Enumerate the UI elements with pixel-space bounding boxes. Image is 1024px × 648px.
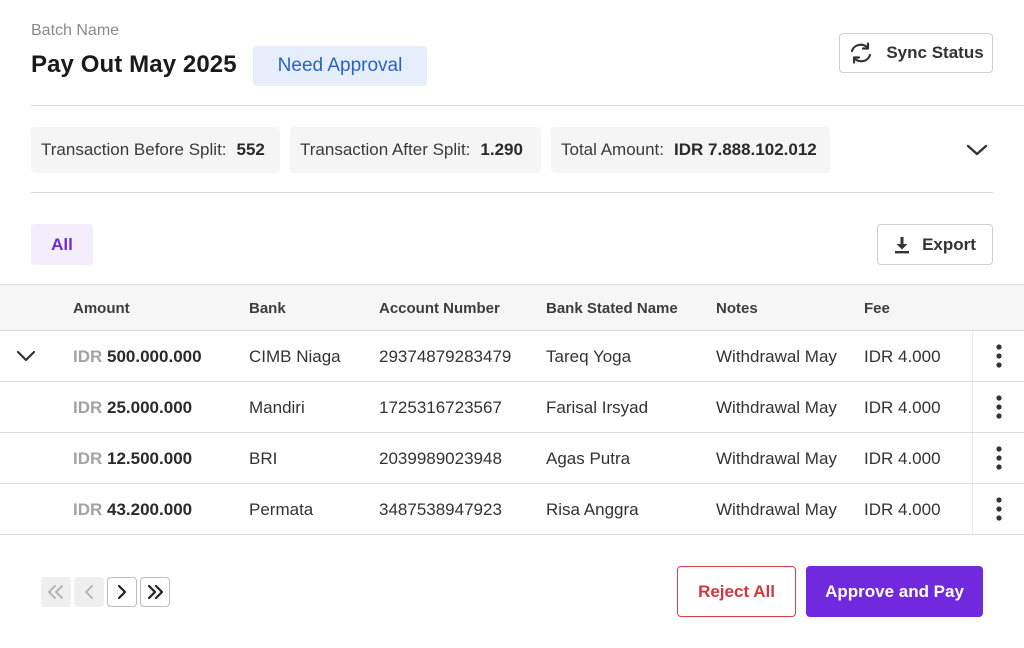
prev-page-button[interactable] (74, 577, 104, 607)
row-amount: IDR 12.500.000 (73, 449, 192, 469)
amount-value: 25.000.000 (107, 398, 193, 417)
filter-all-tab[interactable]: All (31, 224, 93, 265)
sync-icon (848, 42, 874, 64)
row-account-number: 3487538947923 (379, 500, 502, 519)
row-fee: IDR 4.000 (864, 398, 941, 417)
batch-title: Pay Out May 2025 (31, 51, 237, 78)
summary-after-value: 1.290 (480, 140, 523, 159)
amount-currency: IDR (73, 398, 103, 417)
row-amount: IDR 500.000.000 (73, 347, 202, 367)
column-header-fee[interactable]: Fee (864, 300, 890, 317)
chevrons-right-icon (147, 585, 164, 599)
amount-value: 500.000.000 (107, 347, 202, 366)
row-amount: IDR 43.200.000 (73, 500, 192, 520)
row-bank: CIMB Niaga (249, 347, 341, 366)
row-fee: IDR 4.000 (864, 449, 941, 468)
row-bank: Mandiri (249, 398, 305, 417)
amount-currency: IDR (73, 500, 103, 519)
expand-row-button[interactable] (15, 347, 37, 365)
batch-name-label: Batch Name (31, 22, 120, 39)
status-badge: Need Approval (253, 46, 427, 86)
next-page-button[interactable] (107, 577, 137, 607)
last-page-button[interactable] (140, 577, 170, 607)
column-header-notes[interactable]: Notes (716, 300, 758, 317)
row-notes: Withdrawal May (716, 500, 837, 519)
expand-summary-button[interactable] (963, 138, 991, 162)
table-row[interactable]: IDR 500.000.000 CIMB Niaga 2937487928347… (0, 331, 1024, 382)
table-header: Amount Bank Account Number Bank Stated N… (0, 284, 1024, 331)
sync-status-label: Sync Status (886, 43, 984, 62)
summary-before-label: Transaction Before Split: (41, 140, 227, 159)
summary-divider (31, 192, 993, 193)
row-account-number: 29374879283479 (379, 347, 512, 366)
row-bank-stated-name: Farisal Irsyad (546, 398, 649, 417)
row-bank: BRI (249, 449, 278, 468)
row-menu-button[interactable] (972, 433, 1024, 483)
export-button[interactable]: Export (877, 224, 993, 265)
kebab-menu-icon (995, 497, 1002, 521)
chevron-down-icon (966, 143, 988, 157)
chevron-left-icon (85, 585, 93, 599)
chevron-down-icon (16, 350, 36, 362)
summary-total-amount: Total Amount: IDR 7.888.102.012 (551, 127, 830, 173)
row-menu-button[interactable] (972, 382, 1024, 432)
summary-before-value: 552 (236, 140, 265, 159)
row-menu-button[interactable] (972, 331, 1024, 381)
batch-detail-card: Batch Name Pay Out May 2025 Need Approva… (0, 0, 1024, 648)
row-notes: Withdrawal May (716, 449, 837, 468)
table-row[interactable]: IDR 43.200.000 Permata 3487538947923 Ris… (0, 484, 1024, 535)
sync-status-button[interactable]: Sync Status (839, 33, 993, 73)
column-header-amount[interactable]: Amount (73, 300, 130, 317)
summary-total-value: IDR 7.888.102.012 (674, 140, 817, 159)
row-account-number: 2039989023948 (379, 449, 502, 468)
download-icon (894, 236, 910, 254)
column-header-bank[interactable]: Bank (249, 300, 286, 317)
column-header-bank-stated-name[interactable]: Bank Stated Name (546, 300, 678, 317)
row-notes: Withdrawal May (716, 347, 837, 366)
row-amount: IDR 25.000.000 (73, 398, 192, 418)
kebab-menu-icon (995, 344, 1002, 368)
summary-before-split: Transaction Before Split: 552 (31, 127, 280, 173)
payout-table: Amount Bank Account Number Bank Stated N… (0, 284, 1024, 535)
column-header-account-number[interactable]: Account Number (379, 300, 500, 317)
amount-value: 43.200.000 (107, 500, 193, 519)
row-notes: Withdrawal May (716, 398, 837, 417)
first-page-button[interactable] (41, 577, 71, 607)
summary-total-label: Total Amount: (561, 140, 665, 159)
row-bank-stated-name: Agas Putra (546, 449, 631, 468)
row-bank: Permata (249, 500, 314, 519)
row-fee: IDR 4.000 (864, 347, 941, 366)
row-bank-stated-name: Risa Anggra (546, 500, 639, 519)
header-divider (31, 105, 1024, 106)
export-label: Export (922, 234, 976, 254)
approve-and-pay-button[interactable]: Approve and Pay (806, 566, 983, 617)
reject-all-button[interactable]: Reject All (677, 566, 796, 617)
table-row[interactable]: IDR 12.500.000 BRI 2039989023948 Agas Pu… (0, 433, 1024, 484)
row-account-number: 1725316723567 (379, 398, 502, 417)
amount-value: 12.500.000 (107, 449, 193, 468)
table-row[interactable]: IDR 25.000.000 Mandiri 1725316723567 Far… (0, 382, 1024, 433)
chevron-right-icon (117, 585, 127, 599)
row-menu-button[interactable] (972, 484, 1024, 534)
kebab-menu-icon (995, 446, 1002, 470)
row-bank-stated-name: Tareq Yoga (546, 347, 632, 366)
chevrons-left-icon (48, 585, 63, 599)
row-fee: IDR 4.000 (864, 500, 941, 519)
amount-currency: IDR (73, 347, 103, 366)
kebab-menu-icon (995, 395, 1002, 419)
summary-after-split: Transaction After Split: 1.290 (290, 127, 541, 173)
amount-currency: IDR (73, 449, 103, 468)
summary-after-label: Transaction After Split: (300, 140, 471, 159)
